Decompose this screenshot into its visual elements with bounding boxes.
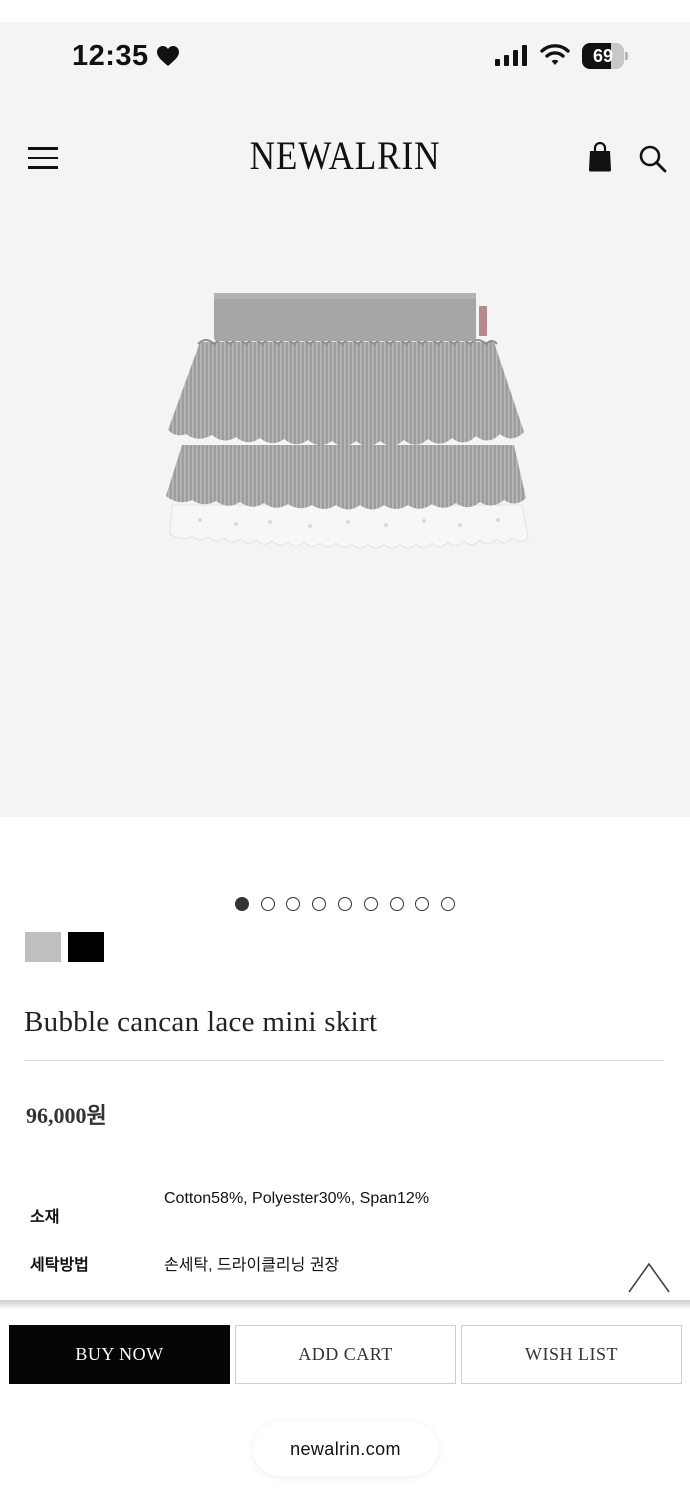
color-swatches: [25, 932, 104, 962]
status-bar: 12:35 69: [0, 22, 690, 90]
color-swatch-gray[interactable]: [25, 932, 61, 962]
wifi-icon: [540, 44, 570, 65]
browser-url-bar[interactable]: newalrin.com: [253, 1422, 438, 1476]
scroll-top-icon[interactable]: [627, 1262, 671, 1294]
cellular-signal-icon: [495, 45, 527, 66]
spec-value-care: 손세탁, 드라이클리닝 권장: [164, 1257, 340, 1274]
color-swatch-black[interactable]: [68, 932, 104, 962]
product-image[interactable]: [0, 220, 690, 817]
url-text: newalrin.com: [290, 1438, 401, 1459]
battery-level: 69: [592, 46, 614, 66]
product-price: 96,000원: [26, 1103, 107, 1128]
carousel-dot[interactable]: [286, 897, 301, 911]
site-header: NEWALRIN: [0, 90, 690, 220]
carousel-dot[interactable]: [312, 897, 327, 911]
spec-label-material: 소재: [30, 1209, 60, 1226]
skirt-illustration: [166, 293, 529, 549]
carousel-dots: [0, 897, 690, 915]
buy-now-button[interactable]: BUY NOW: [9, 1325, 230, 1384]
carousel-dot[interactable]: [338, 897, 352, 911]
action-bar-shadow: [0, 1300, 690, 1310]
divider: [24, 1060, 664, 1061]
battery-icon: 69: [582, 43, 628, 69]
carousel-dot[interactable]: [415, 897, 430, 911]
carousel-dot[interactable]: [389, 897, 404, 911]
spec-label-care: 세탁방법: [30, 1257, 89, 1274]
search-icon[interactable]: [638, 144, 668, 174]
heart-icon: [157, 46, 179, 66]
shopping-bag-icon[interactable]: [588, 142, 612, 172]
wish-list-button[interactable]: WISH LIST: [461, 1325, 682, 1384]
brand-logo[interactable]: NEWALRIN: [41, 132, 648, 179]
spec-value-material: Cotton58%, Polyester30%, Span12%: [164, 1190, 430, 1207]
carousel-dot[interactable]: [260, 897, 275, 911]
carousel-dot[interactable]: [441, 897, 456, 911]
add-cart-button[interactable]: ADD CART: [235, 1325, 456, 1384]
product-name: Bubble cancan lace mini skirt: [24, 1006, 378, 1038]
status-time: 12:35: [72, 40, 149, 72]
carousel-dot[interactable]: [363, 897, 378, 911]
carousel-dot[interactable]: [234, 897, 249, 911]
